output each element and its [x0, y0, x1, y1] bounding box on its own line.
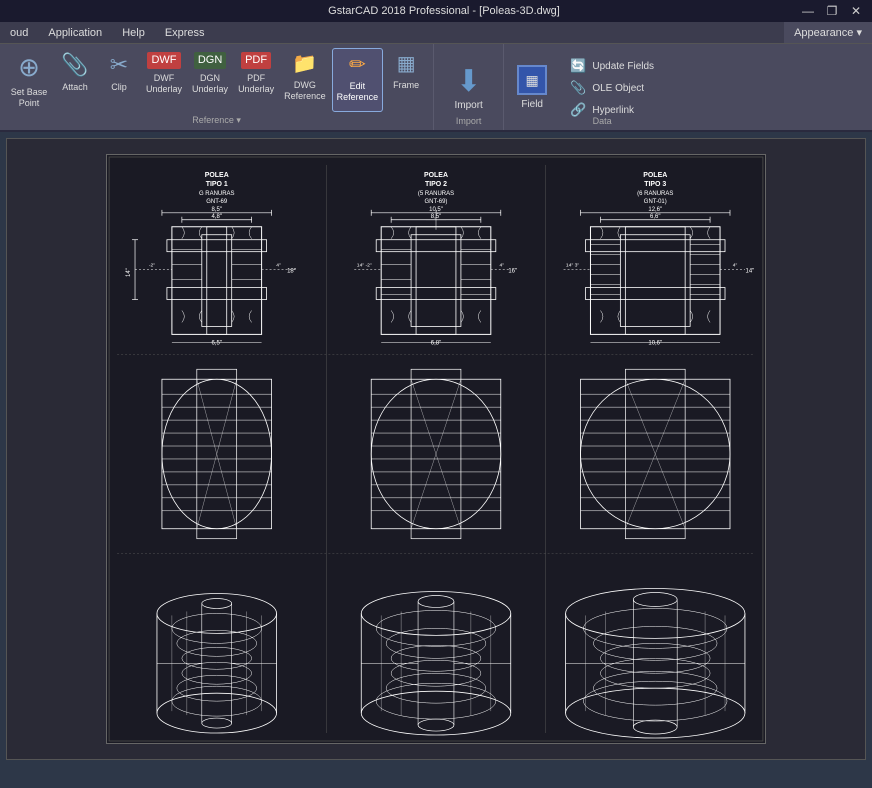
- pdf-underlay-icon: PDF: [241, 52, 271, 69]
- svg-text:14" 3": 14" 3": [566, 263, 579, 269]
- svg-text:4": 4": [276, 263, 281, 269]
- svg-text:GNT-69): GNT-69): [425, 199, 448, 205]
- frame-button[interactable]: ▦ Frame: [385, 48, 427, 112]
- attach-button[interactable]: 📎 Attach: [54, 48, 96, 112]
- svg-text:(6 RANURAS: (6 RANURAS: [637, 191, 673, 197]
- reference-group-label: Reference ▾: [0, 113, 433, 128]
- menu-express[interactable]: Express: [155, 22, 215, 43]
- svg-text:8,5": 8,5": [212, 207, 222, 213]
- dgn-underlay-icon: DGN: [194, 52, 226, 69]
- canvas-inner: POLEA TIPO 1 G RANURAS GNT-69 POLEA TIPO…: [7, 139, 865, 759]
- edit-reference-button[interactable]: ✏ EditReference: [332, 48, 384, 112]
- svg-text:TIPO 3: TIPO 3: [644, 181, 666, 188]
- svg-text:12,6": 12,6": [648, 207, 662, 213]
- svg-text:4": 4": [733, 263, 738, 269]
- svg-text:GNT-01): GNT-01): [644, 199, 667, 205]
- svg-text:-2": -2": [149, 263, 155, 269]
- frame-icon: ▦: [397, 52, 416, 76]
- dwf-underlay-icon: DWF: [147, 52, 180, 69]
- close-button[interactable]: ✕: [848, 3, 864, 19]
- drawing-svg: POLEA TIPO 1 G RANURAS GNT-69 POLEA TIPO…: [107, 155, 765, 743]
- title-bar: GstarCAD 2018 Professional - [Poleas-3D.…: [0, 0, 872, 22]
- menu-application[interactable]: Application: [38, 22, 112, 43]
- svg-text:14": 14": [126, 268, 132, 277]
- ribbon: ⊕ Set BasePoint 📎 Attach ✂ Clip DWF DWFU…: [0, 44, 872, 132]
- update-fields-button[interactable]: 🔄 Update Fields: [566, 56, 690, 76]
- main-content: POLEA TIPO 1 G RANURAS GNT-69 POLEA TIPO…: [0, 132, 872, 766]
- canvas-area[interactable]: POLEA TIPO 1 G RANURAS GNT-69 POLEA TIPO…: [6, 138, 866, 760]
- svg-text:POLEA: POLEA: [424, 172, 448, 179]
- svg-text:TIPO 2: TIPO 2: [425, 181, 447, 188]
- update-fields-icon: 🔄: [570, 58, 586, 74]
- svg-text:POLEA: POLEA: [205, 172, 229, 179]
- appearance-button[interactable]: Appearance ▾: [784, 22, 872, 43]
- import-group-label: Import: [434, 114, 503, 128]
- clip-button[interactable]: ✂ Clip: [98, 48, 140, 112]
- svg-text:16": 16": [508, 269, 517, 275]
- menu-help[interactable]: Help: [112, 22, 155, 43]
- ribbon-group-data: ▦ Field 🔄 Update Fields 📎 OLE Object 🔗 H…: [504, 44, 700, 130]
- data-group-label: Data: [504, 114, 700, 128]
- field-icon: ▦: [517, 65, 547, 95]
- restore-button[interactable]: ❐: [824, 3, 840, 19]
- svg-text:4,8": 4,8": [212, 214, 222, 220]
- svg-text:4": 4": [500, 263, 505, 269]
- svg-text:10,6": 10,6": [648, 340, 662, 346]
- set-base-point-button[interactable]: ⊕ Set BasePoint: [6, 48, 52, 112]
- set-base-point-icon: ⊕: [18, 52, 40, 83]
- dwg-reference-icon: 📁: [292, 52, 317, 76]
- drawing-container: POLEA TIPO 1 G RANURAS GNT-69 POLEA TIPO…: [7, 139, 865, 759]
- svg-text:14": 14": [746, 269, 755, 275]
- dgn-underlay-button[interactable]: DGN DGNUnderlay: [188, 48, 232, 112]
- dwg-reference-button[interactable]: 📁 DWGReference: [280, 48, 330, 112]
- ole-object-icon: 📎: [570, 80, 586, 96]
- svg-text:POLEA: POLEA: [643, 172, 667, 179]
- svg-text:6,6": 6,6": [650, 214, 660, 220]
- svg-text:G RANURAS: G RANURAS: [199, 191, 235, 197]
- drawing-frame: POLEA TIPO 1 G RANURAS GNT-69 POLEA TIPO…: [106, 154, 766, 744]
- clip-icon: ✂: [110, 52, 128, 78]
- attach-icon: 📎: [61, 52, 88, 78]
- svg-text:14" -2": 14" -2": [357, 263, 372, 269]
- ribbon-group-import: ⬇ Import Import: [434, 44, 504, 130]
- svg-text:6,8": 6,8": [431, 340, 441, 346]
- import-icon: ⬇: [456, 64, 481, 100]
- menu-oud[interactable]: oud: [0, 22, 38, 43]
- svg-text:GNT-69: GNT-69: [206, 199, 228, 205]
- svg-text:6,5": 6,5": [212, 340, 222, 346]
- menu-bar: oud Application Help Express Appearance …: [0, 22, 872, 44]
- ribbon-group-reference: ⊕ Set BasePoint 📎 Attach ✂ Clip DWF DWFU…: [0, 44, 434, 130]
- svg-text:(5 RANURAS: (5 RANURAS: [418, 191, 454, 197]
- edit-reference-icon: ✏: [349, 53, 366, 77]
- dwf-underlay-button[interactable]: DWF DWFUnderlay: [142, 48, 186, 112]
- minimize-button[interactable]: —: [800, 3, 816, 19]
- window-title: GstarCAD 2018 Professional - [Poleas-3D.…: [88, 5, 800, 17]
- svg-text:TIPO 1: TIPO 1: [206, 181, 228, 188]
- pdf-underlay-button[interactable]: PDF PDFUnderlay: [234, 48, 278, 112]
- ole-object-button[interactable]: 📎 OLE Object: [566, 78, 690, 98]
